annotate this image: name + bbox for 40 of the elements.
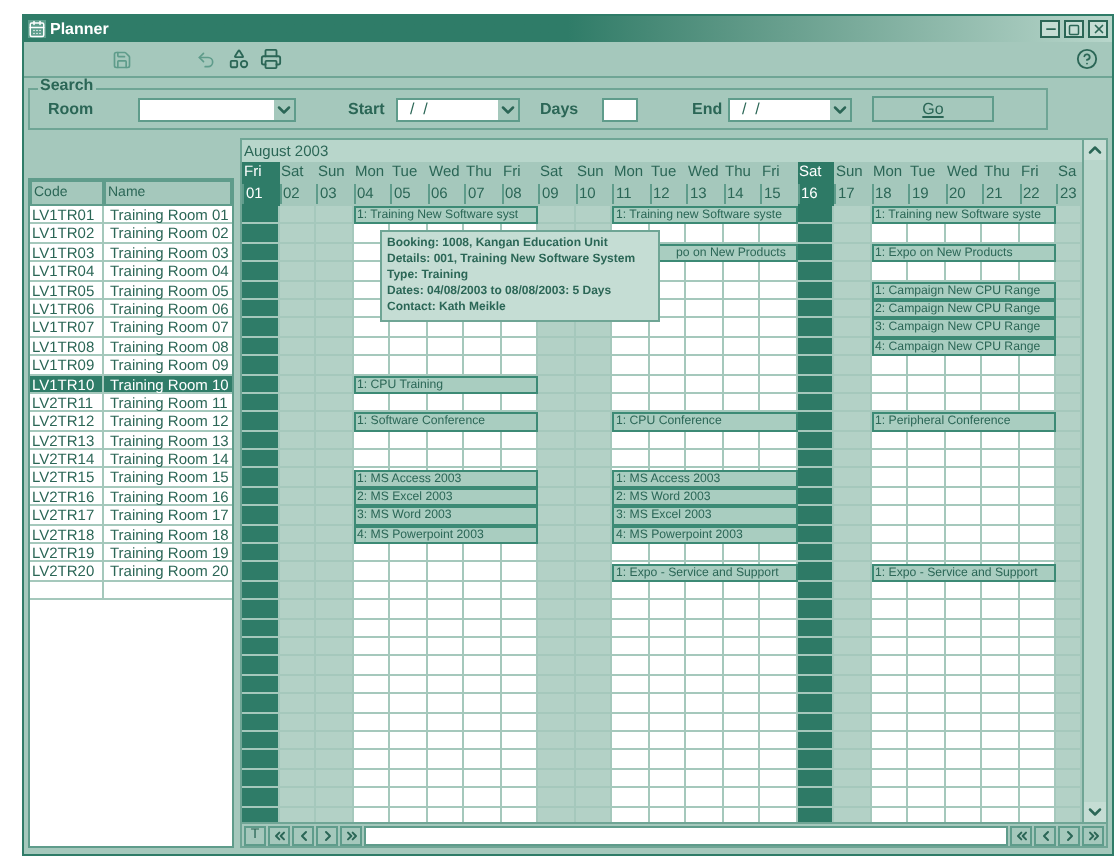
- scroll-up-icon[interactable]: [1084, 140, 1106, 160]
- next-button[interactable]: [316, 825, 338, 845]
- close-icon: [1091, 22, 1105, 36]
- first-button[interactable]: [1010, 825, 1032, 845]
- maximize-icon: [1068, 23, 1080, 35]
- previous-button[interactable]: [292, 825, 314, 845]
- first-arrow-icon: [271, 827, 287, 843]
- start-label: Start: [348, 101, 387, 117]
- group-legend: Search: [38, 78, 96, 94]
- previous-button[interactable]: [1034, 825, 1056, 845]
- go-button[interactable]: Go: [872, 96, 994, 122]
- last-arrow-icon: [1085, 827, 1101, 843]
- days-label: Days: [540, 101, 581, 117]
- scroll-down-icon[interactable]: [1084, 802, 1106, 822]
- minimize-button[interactable]: [1040, 20, 1060, 38]
- minimize-icon: [1043, 22, 1057, 36]
- days-field[interactable]: [602, 97, 638, 121]
- maximize-button[interactable]: [1064, 20, 1084, 38]
- dropdown-arrow-icon: [498, 99, 518, 119]
- end-label: End: [692, 101, 725, 117]
- app-icon: [28, 20, 46, 38]
- end-date-field[interactable]: / /: [728, 97, 852, 121]
- room-combo[interactable]: [138, 97, 296, 121]
- window-title: Planner: [50, 21, 109, 37]
- first-arrow-icon: [1013, 827, 1029, 843]
- vertical-scrollbar[interactable]: [1082, 140, 1106, 822]
- print-icon[interactable]: [260, 48, 282, 70]
- next-button[interactable]: [1058, 825, 1080, 845]
- dropdown-arrow-icon: [830, 99, 850, 119]
- start-date-field[interactable]: / /: [396, 97, 520, 121]
- room-label: Room: [48, 101, 96, 117]
- horizontal-scrollbar[interactable]: [364, 825, 1008, 845]
- shapes-icon[interactable]: [228, 48, 250, 70]
- dropdown-arrow-icon: [274, 99, 294, 119]
- last-button[interactable]: [1082, 825, 1104, 845]
- last-button[interactable]: [340, 825, 362, 845]
- help-icon[interactable]: [1076, 48, 1098, 70]
- last-arrow-icon: [343, 827, 359, 843]
- first-button[interactable]: [268, 825, 290, 845]
- close-button[interactable]: [1088, 20, 1108, 38]
